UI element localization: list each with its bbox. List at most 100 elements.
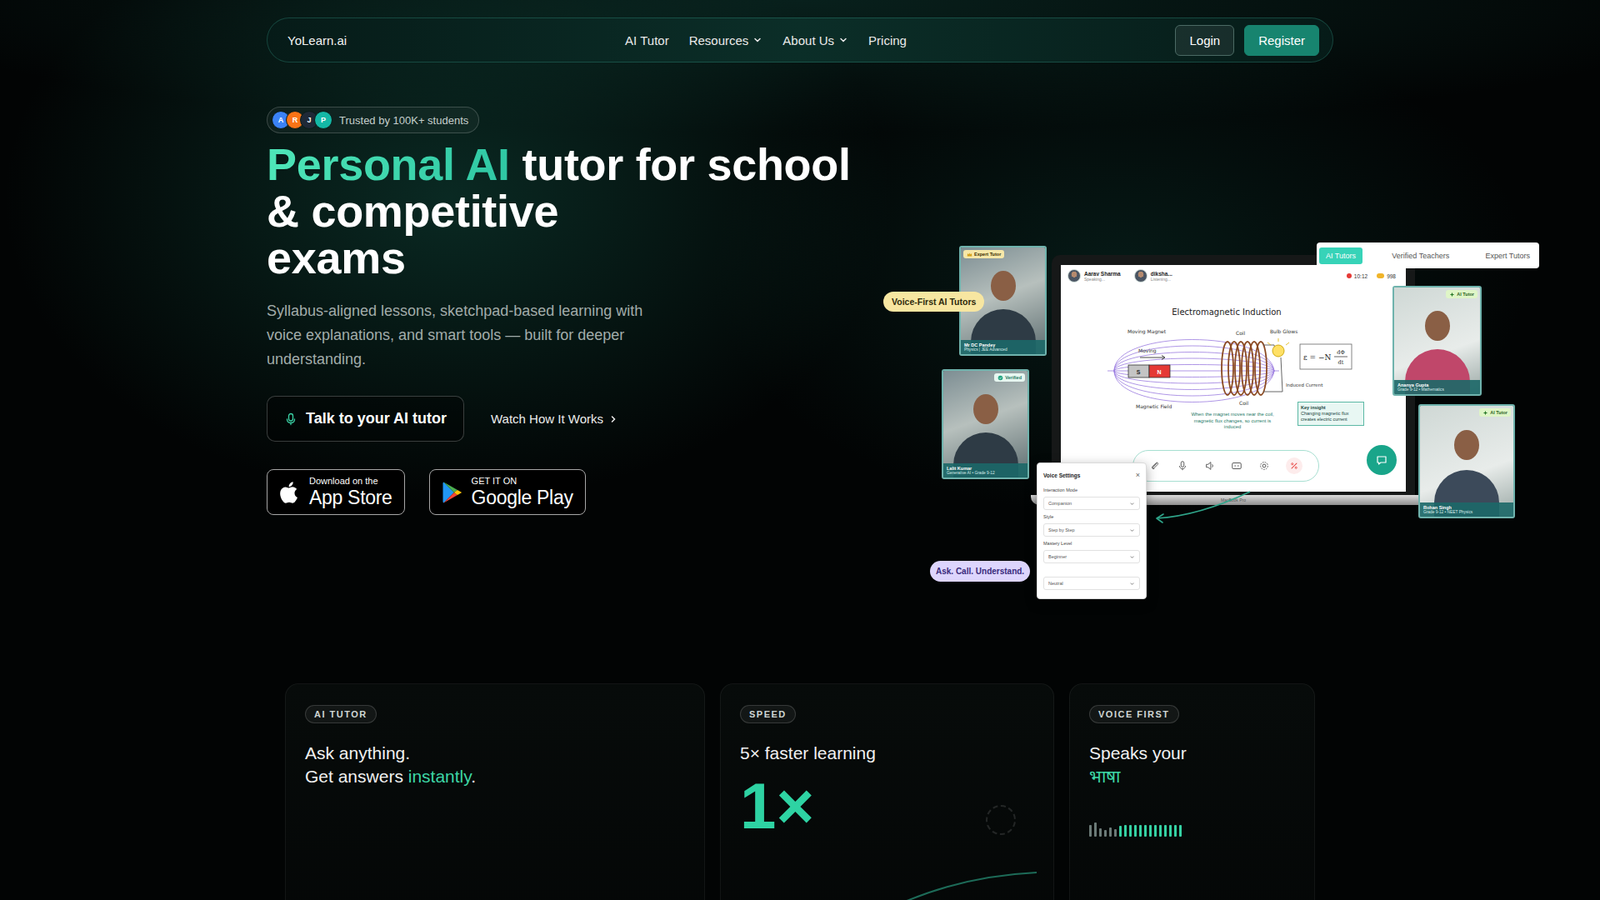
bulb-label: Bulb Glows	[1270, 328, 1298, 335]
chat-icon	[1375, 453, 1389, 467]
trust-badge: ARJPTrusted by 100K+ students	[266, 106, 480, 134]
nav-link[interactable]: Resources	[689, 33, 764, 48]
magnetic-field-label: Magnetic Field	[1135, 403, 1172, 410]
curved-arrow-icon	[1151, 481, 1260, 524]
tutor-name: Lalit Kumar	[946, 465, 1025, 471]
participant-avatar	[1134, 269, 1148, 283]
feature-title-line: 5× faster learning	[740, 741, 1035, 765]
insight-text: Changing magnetic flux creates electric …	[1300, 410, 1361, 423]
field-select[interactable]: Companion	[1043, 496, 1140, 510]
chevron-down-icon	[1129, 527, 1135, 534]
participant-name: Aarav Sharma	[1084, 270, 1121, 277]
voice-first-label: Voice-First AI Tutors	[883, 291, 985, 312]
formula: ε = −NdΦdt	[1300, 344, 1352, 370]
logo[interactable]: YoLearn.ai	[287, 33, 625, 48]
tutor-card[interactable]: AI TutorAnanya GuptaGrade 9-12 • Mathema…	[1392, 285, 1482, 396]
feature-title: Ask anything.Get answers instantly.	[305, 741, 685, 789]
gear-icon[interactable]	[1258, 460, 1270, 472]
sparkle-icon	[1482, 410, 1489, 416]
talk-button[interactable]: Talk to your AI tutor	[266, 395, 465, 442]
wave-bar	[1089, 825, 1092, 837]
field-select[interactable]: Beginner	[1043, 550, 1140, 564]
microphone-icon[interactable]	[1176, 460, 1189, 472]
microphone-icon	[284, 412, 298, 426]
feature-title-line: Speaks your	[1089, 741, 1295, 765]
person-head	[973, 394, 999, 425]
captions-icon[interactable]	[1230, 460, 1243, 472]
participants: Aarav SharmaSpeaking...diksha...Listenin…	[1067, 269, 1173, 283]
tutor-card[interactable]: AI Tutor Rohan SinghGrade 9-12 • NEET Phy…	[1418, 404, 1515, 519]
tutor-tab[interactable]: AI Tutors	[1319, 247, 1363, 265]
wave-bar	[1149, 825, 1152, 837]
nav-link[interactable]: Pricing	[868, 33, 907, 48]
tutor-card[interactable]: VerifiedLalit KumarGenerative AI • Grade…	[941, 369, 1030, 480]
coil-label: Coil	[1239, 400, 1250, 406]
field-select[interactable]: Step by Step	[1043, 523, 1140, 537]
nav-bar: YoLearn.aiAI Tutor Resources About Us Prici…	[266, 17, 1334, 63]
settings-field: Mastery LevelBeginner	[1043, 540, 1140, 564]
phone-off-icon	[1289, 460, 1300, 471]
key-insight: Key insightChanging magnetic flux create…	[1297, 401, 1365, 426]
participant-avatar	[1067, 269, 1081, 283]
store-badges: Download on theApp Store GET IT ONGoogle …	[266, 469, 884, 515]
register-button[interactable]: Register	[1244, 25, 1320, 56]
student-avatar: P	[314, 110, 333, 130]
settings-title: Voice Settings	[1043, 472, 1080, 479]
chat-button[interactable]	[1366, 445, 1397, 475]
store-badge[interactable]: GET IT ONGoogle Play	[429, 469, 586, 515]
end-call-button[interactable]	[1285, 457, 1303, 475]
paperclip-icon[interactable]	[1149, 460, 1161, 472]
board-caption: When the magnet moves near the coil, mag…	[1185, 411, 1280, 431]
feature-tag: VOICE FIRST	[1089, 705, 1180, 724]
participant-status: Speaking...	[1084, 276, 1121, 282]
feature-card: AI TUTORAsk anything.Get answers instant…	[285, 683, 705, 900]
person-head	[1425, 310, 1450, 341]
board-title: Electromagnetic Induction	[1171, 307, 1281, 317]
title-segment: Get answers	[305, 766, 409, 786]
ask-call-label: Ask. Call. Understand.	[930, 560, 1030, 582]
participant-text: Aarav SharmaSpeaking...	[1084, 270, 1121, 282]
tutor-info: Rohan SinghGrade 9-12 • NEET Physics	[1420, 502, 1514, 517]
coin-count: 998	[1386, 273, 1396, 280]
close-button[interactable]: ×	[1135, 470, 1140, 480]
wave-bar	[1174, 825, 1177, 837]
title-segment: .	[470, 766, 476, 786]
nav-links: AI Tutor Resources About Us Pricing	[625, 33, 982, 48]
tutor-photo	[943, 370, 1028, 478]
coil-label: Coil	[1235, 330, 1246, 336]
store-badge[interactable]: Download on theApp Store	[266, 469, 405, 515]
headline-accent: Personal AI	[266, 139, 510, 190]
tutor-badge: Expert Tutor	[963, 250, 1005, 259]
tutor-badge: AI Tutor	[1479, 408, 1511, 417]
induced-current-label: Induced Current	[1285, 382, 1324, 388]
login-button[interactable]: Login	[1175, 25, 1235, 56]
tutor-meta: Physics | JEE Advanced	[964, 347, 1042, 352]
tutor-meta: Grade 9-12 • Mathematics	[1397, 387, 1477, 392]
speed-curve	[870, 867, 1037, 900]
speaker-icon[interactable]	[1204, 460, 1216, 472]
wave-bar	[1134, 825, 1137, 837]
field-label-hidden	[1043, 566, 1140, 575]
store-text: GET IT ONGoogle Play	[471, 475, 574, 509]
nav-link[interactable]: About Us	[782, 33, 849, 48]
sparkle-icon	[1449, 291, 1455, 298]
nav-link[interactable]: AI Tutor	[625, 33, 670, 48]
store-small-text: Download on the	[309, 475, 393, 487]
watch-link[interactable]: Watch How It Works	[490, 411, 619, 426]
participant: Aarav SharmaSpeaking...	[1067, 269, 1121, 283]
tutor-tab[interactable]: Expert Tutors	[1478, 247, 1537, 265]
field-select[interactable]: Neutral	[1043, 576, 1140, 590]
chevron-down-icon	[752, 35, 763, 45]
moving-label: Moving	[1138, 347, 1157, 355]
motion-arrow	[1140, 355, 1165, 360]
south-pole: S	[1136, 369, 1141, 375]
whiteboard-screen: Electromagnetic Induction SN Moving Magnet…	[1060, 265, 1406, 492]
settings-field: Interaction ModeCompanion	[1043, 486, 1140, 510]
magnet: SN	[1128, 365, 1170, 378]
avatar-stack: ARJP	[271, 110, 333, 130]
wave-bar	[1109, 827, 1112, 837]
showcase-canvas: Electromagnetic Induction SN Moving Magnet…	[883, 241, 1542, 600]
chevron-down-icon	[838, 35, 849, 45]
tutor-tab[interactable]: Verified Teachers	[1385, 247, 1456, 265]
wave-bar	[1124, 825, 1127, 837]
